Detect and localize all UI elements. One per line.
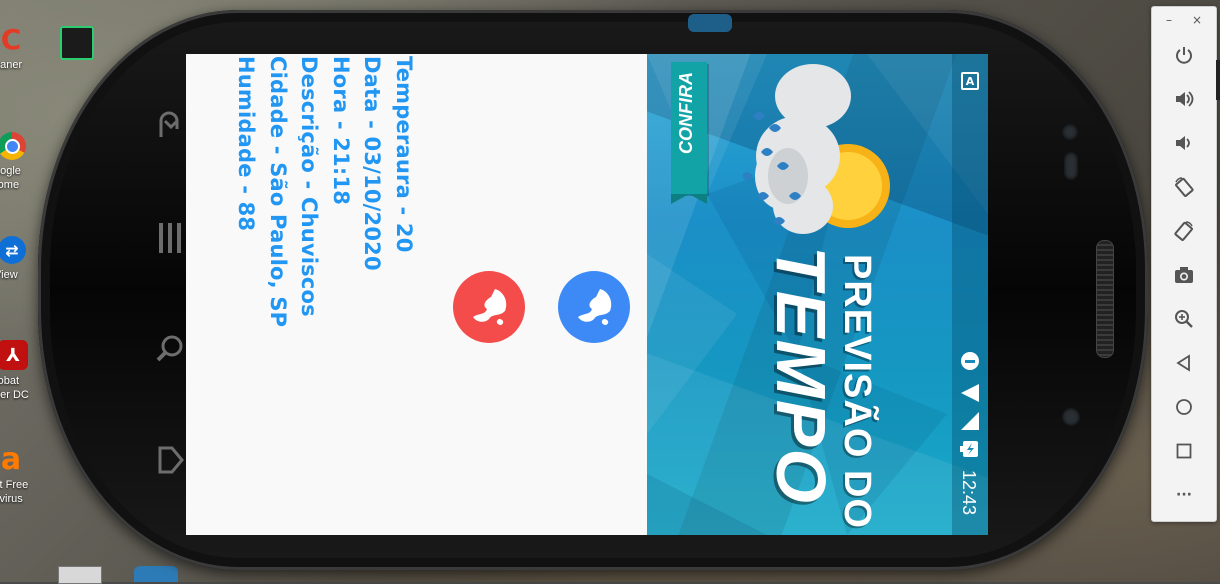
rotate-right-icon[interactable]	[1170, 217, 1198, 245]
time-text: Hora - 21:18	[329, 56, 353, 206]
map-icon	[578, 289, 612, 325]
ccleaner-icon: C	[0, 22, 22, 56]
home-icon[interactable]	[1170, 393, 1198, 421]
proximity-sensor	[1064, 152, 1078, 180]
phone-top-button	[688, 14, 732, 32]
volume-up-icon[interactable]	[1170, 85, 1198, 113]
city-text: Cidade - São Paulo, SP	[266, 56, 290, 328]
close-button[interactable]: ×	[1192, 13, 1202, 27]
rotate-left-icon[interactable]	[1170, 173, 1198, 201]
minimize-button[interactable]: –	[1166, 13, 1172, 27]
front-camera	[1062, 124, 1078, 140]
hardware-back-icon[interactable]	[150, 106, 190, 146]
desktop-icon-label: oogle rome	[0, 165, 21, 191]
zoom-icon[interactable]	[1170, 305, 1198, 333]
map-icon	[473, 289, 507, 325]
do-not-disturb-icon	[961, 352, 979, 370]
red-map-button[interactable]	[453, 271, 525, 343]
humidity-text: Humidade - 88	[234, 56, 258, 232]
acrobat-reader-desktop-icon[interactable]: ⅄ robat der DC	[0, 340, 44, 402]
right-edge-strip	[1216, 60, 1220, 100]
ccleaner-desktop-icon[interactable]: C eaner	[0, 22, 44, 72]
banner-title-line2: TEMPO	[762, 246, 840, 505]
temperature-text: Temperaura - 20	[392, 56, 416, 253]
taskbar-item[interactable]	[134, 566, 178, 582]
acrobat-icon: ⅄	[0, 340, 28, 370]
weather-info-panel: Temperaura - 20 Data - 03/10/2020 Hora -…	[186, 54, 646, 535]
signal-icon	[961, 412, 979, 430]
overview-icon[interactable]	[1170, 437, 1198, 465]
screenshot-icon[interactable]	[1170, 261, 1198, 289]
phone-screen: Temperaura - 20 Data - 03/10/2020 Hora -…	[186, 54, 988, 535]
speaker-grille	[1096, 240, 1114, 358]
ribbon-tail	[671, 194, 707, 204]
blue-map-button[interactable]	[558, 271, 630, 343]
confira-ribbon[interactable]: CONFIRA	[671, 62, 707, 194]
hardware-menu-icon[interactable]	[150, 218, 190, 258]
hardware-home-icon[interactable]	[150, 440, 190, 480]
desktop-icon-label: robat der DC	[0, 375, 29, 401]
description-text: Descrição - Chuviscos	[297, 56, 321, 317]
desktop-icon-label: eaner	[0, 59, 23, 71]
wifi-icon	[961, 384, 979, 402]
date-text: Data - 03/10/2020	[360, 56, 384, 271]
teamviewer-icon: ⇄	[0, 236, 26, 264]
taskbar-item[interactable]	[58, 566, 102, 584]
power-icon[interactable]	[1170, 41, 1198, 69]
status-time: 12:43	[959, 470, 979, 516]
weather-banner: CONFIRA PREVISÃO DO TEMPO	[647, 54, 988, 535]
notification-icon[interactable]: A	[961, 72, 979, 90]
emulator-toolbar: – × ···	[1151, 6, 1217, 522]
banner-title-line1: PREVISÃO DO	[836, 254, 878, 529]
battery-icon	[960, 441, 978, 457]
volume-down-icon[interactable]	[1170, 129, 1198, 157]
status-bar: A 12:43	[952, 54, 988, 535]
chrome-icon	[0, 132, 26, 160]
avast-desktop-icon[interactable]: a st Free tivirus	[0, 441, 44, 506]
cloud-sun-rain-illustration	[743, 64, 890, 234]
light-sensor	[1062, 408, 1080, 426]
google-chrome-desktop-icon[interactable]: oogle rome	[0, 132, 44, 192]
more-icon[interactable]: ···	[1170, 481, 1198, 509]
confira-label: CONFIRA	[676, 72, 696, 154]
pycharm-desktop-icon[interactable]	[60, 26, 94, 60]
hardware-search-icon[interactable]	[150, 328, 190, 368]
back-icon[interactable]	[1170, 349, 1198, 377]
desktop-icon-label: st Free tivirus	[0, 479, 29, 505]
avast-icon: a	[0, 441, 22, 477]
